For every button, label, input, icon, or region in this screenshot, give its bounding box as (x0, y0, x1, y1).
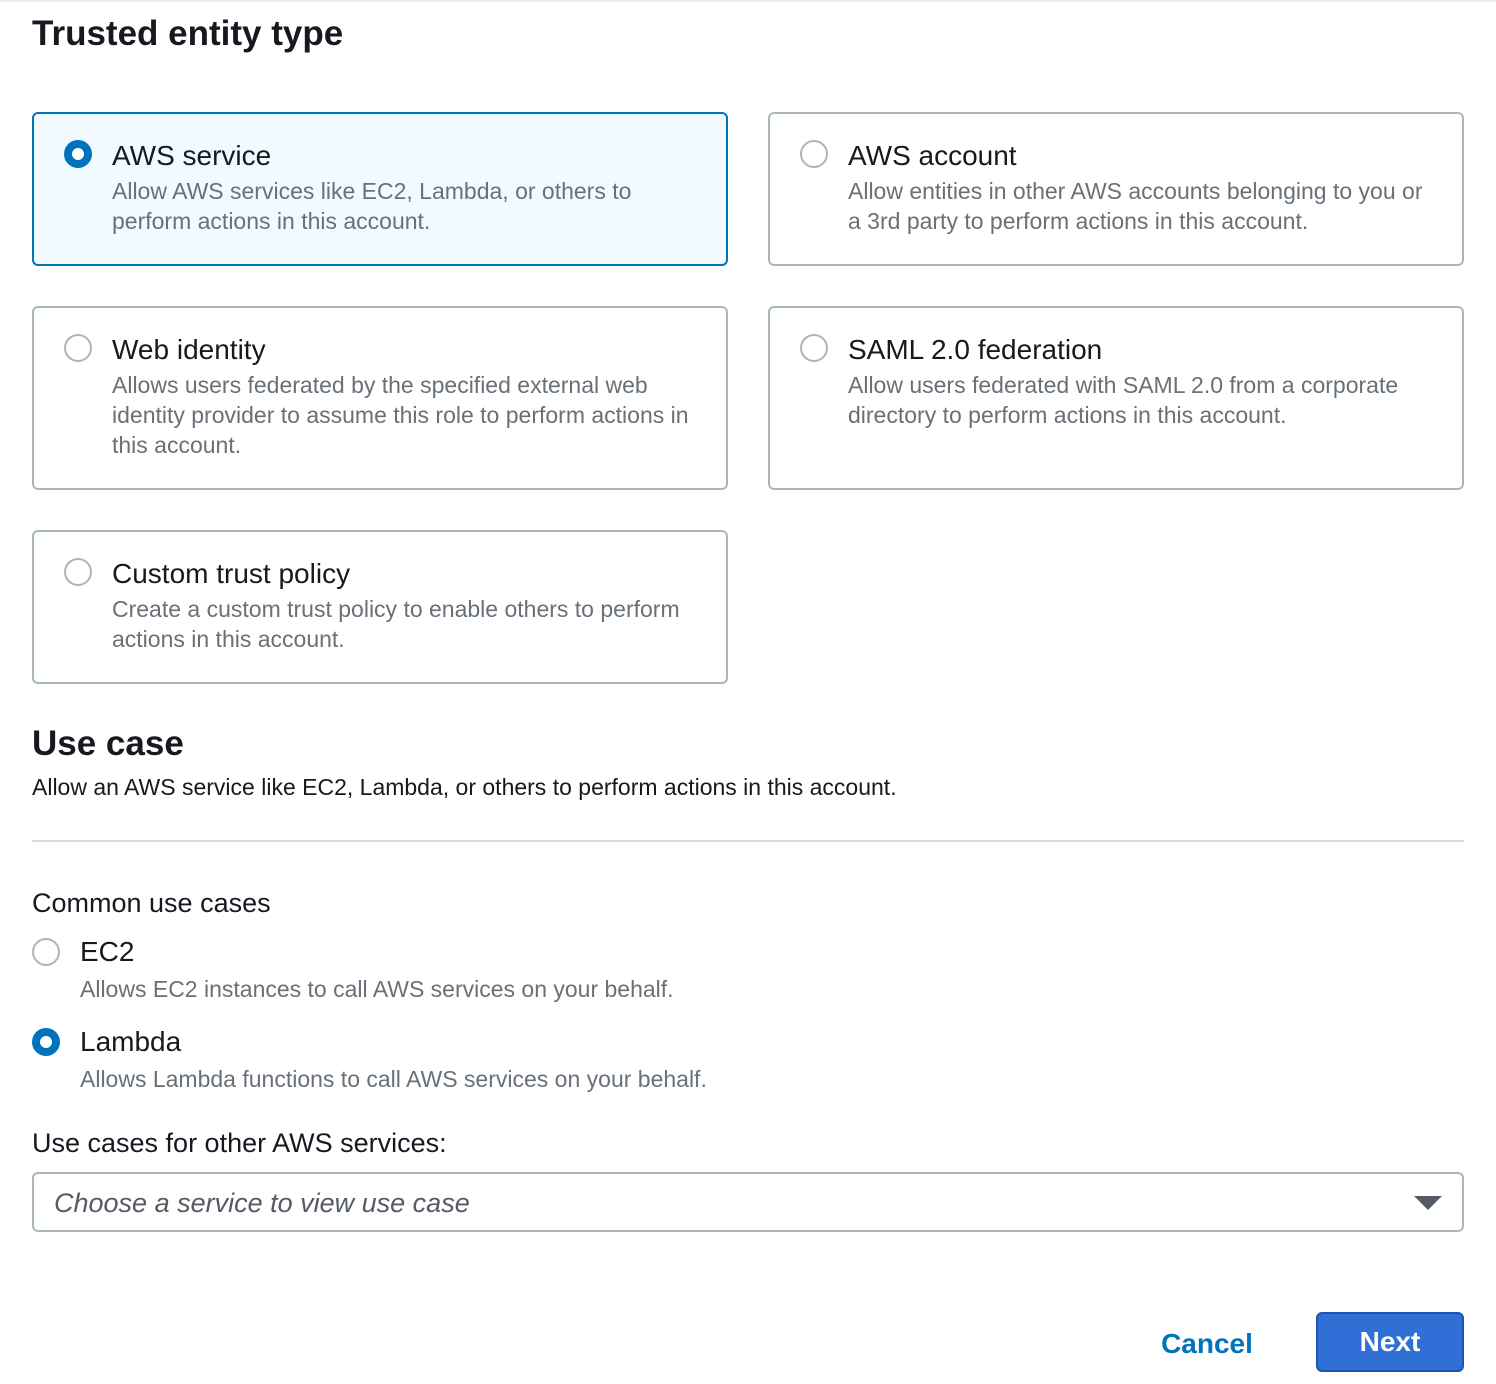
card-description: Allow AWS services like EC2, Lambda, or … (112, 178, 632, 234)
next-button[interactable]: Next (1316, 1312, 1464, 1372)
card-title: AWS account (848, 140, 1017, 171)
card-description: Create a custom trust policy to enable o… (112, 596, 680, 652)
trusted-entity-card-aws-account[interactable]: AWS account Allow entities in other AWS … (768, 112, 1464, 266)
radio-button[interactable] (32, 938, 60, 966)
card-title: AWS service (112, 140, 272, 171)
card-description: Allow entities in other AWS accounts bel… (848, 178, 1423, 234)
card-title: SAML 2.0 federation (848, 334, 1103, 365)
card-title: Custom trust policy (112, 558, 351, 589)
service-select-dropdown[interactable]: Choose a service to view use case (32, 1172, 1464, 1232)
trusted-entity-card-custom-trust-policy[interactable]: Custom trust policy Create a custom trus… (32, 530, 728, 684)
trusted-entity-card-aws-service[interactable]: AWS service Allow AWS services like EC2,… (32, 112, 728, 266)
section-title-trusted-entity-type: Trusted entity type (32, 14, 344, 53)
card-description: Allow users federated with SAML 2.0 from… (848, 372, 1399, 428)
radio-button[interactable] (800, 140, 828, 168)
common-use-cases-label: Common use cases (32, 888, 271, 918)
use-case-option-ec2[interactable]: EC2 Allows EC2 instances to call AWS ser… (32, 936, 932, 1016)
radio-button-selected[interactable] (64, 140, 92, 168)
radio-button-selected[interactable] (32, 1028, 60, 1056)
radio-button[interactable] (64, 558, 92, 586)
select-placeholder: Choose a service to view use case (54, 1188, 470, 1218)
radio-button[interactable] (64, 334, 92, 362)
trusted-entity-card-saml-federation[interactable]: SAML 2.0 federation Allow users federate… (768, 306, 1464, 490)
option-description: Allows EC2 instances to call AWS service… (80, 976, 674, 1002)
use-case-description: Allow an AWS service like EC2, Lambda, o… (32, 774, 897, 800)
option-description: Allows Lambda functions to call AWS serv… (80, 1066, 707, 1092)
card-description: Allows users federated by the specified … (112, 372, 689, 458)
card-title: Web identity (112, 334, 266, 365)
other-services-label: Use cases for other AWS services: (32, 1128, 447, 1158)
trusted-entity-card-web-identity[interactable]: Web identity Allows users federated by t… (32, 306, 728, 490)
option-title: EC2 (80, 936, 135, 967)
section-divider (32, 840, 1464, 842)
use-case-option-lambda[interactable]: Lambda Allows Lambda functions to call A… (32, 1026, 932, 1106)
option-title: Lambda (80, 1026, 182, 1057)
caret-down-icon (1414, 1196, 1442, 1210)
cancel-button[interactable]: Cancel (1140, 1316, 1274, 1372)
section-title-use-case: Use case (32, 724, 184, 763)
top-divider (0, 0, 1496, 2)
radio-button[interactable] (800, 334, 828, 362)
